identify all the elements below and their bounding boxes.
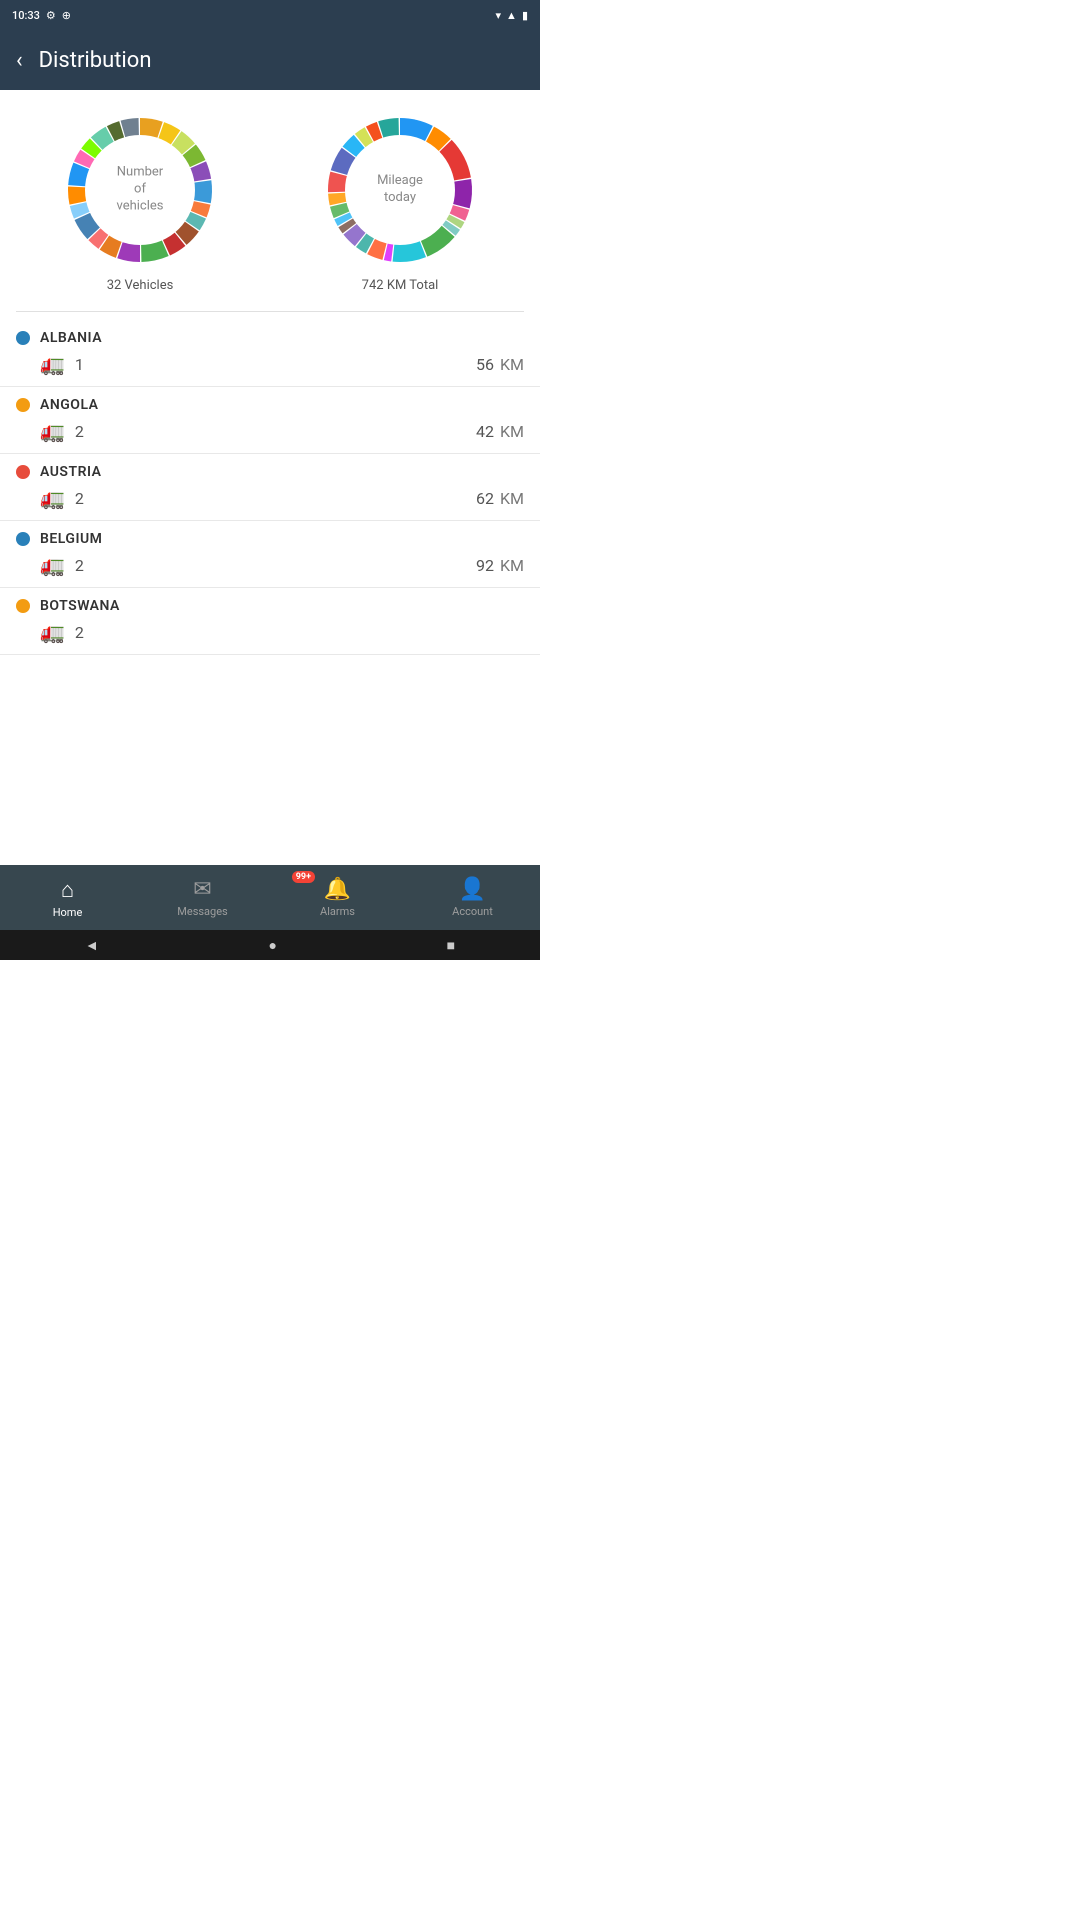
header: ‹ Distribution: [0, 30, 540, 90]
country-dot: [16, 532, 30, 546]
country-dot: [16, 465, 30, 479]
battery-icon: ▮: [522, 9, 528, 22]
list-item[interactable]: ALBANIA 🚛 1 56 KM: [0, 320, 540, 387]
vehicle-count: 2: [75, 556, 84, 575]
truck-icon: 🚛: [40, 419, 65, 443]
android-nav: ◄ ● ■: [0, 930, 540, 960]
list-item[interactable]: BOTSWANA 🚛 2: [0, 588, 540, 655]
account-label: Account: [452, 905, 493, 918]
mileage-center-text: Mileage today: [377, 173, 423, 207]
country-name: BOTSWANA: [40, 598, 120, 614]
bottom-nav: ⌂ Home ✉ Messages 🔔 99+ Alarms 👤 Account: [0, 865, 540, 930]
mileage-info: 56 KM: [476, 355, 524, 374]
country-name: BELGIUM: [40, 531, 102, 547]
vehicle-count: 2: [75, 623, 84, 642]
signal-icon: ▲: [506, 9, 517, 22]
mileage-info: 62 KM: [476, 489, 524, 508]
country-name: ALBANIA: [40, 330, 102, 346]
home-label: Home: [53, 906, 83, 919]
mileage-donut: Mileage today: [320, 110, 480, 270]
nav-account[interactable]: 👤 Account: [405, 865, 540, 930]
alarms-label: Alarms: [320, 905, 355, 918]
truck-icon: 🚛: [40, 486, 65, 510]
android-home[interactable]: ●: [268, 937, 276, 954]
list-item[interactable]: AUSTRIA 🚛 2 62 KM: [0, 454, 540, 521]
status-bar: 10:33 ⚙ ⊕ ▾ ▲ ▮: [0, 0, 540, 30]
time-display: 10:33: [12, 9, 40, 22]
main-content: Number of vehicles 32 Vehicles Mileage t…: [0, 90, 540, 865]
vehicles-chart: Number of vehicles 32 Vehicles: [60, 110, 220, 293]
home-icon: ⌂: [61, 877, 74, 903]
truck-icon: 🚛: [40, 620, 65, 644]
nav-home[interactable]: ⌂ Home: [0, 865, 135, 930]
mileage-chart: Mileage today 742 KM Total: [320, 110, 480, 293]
at-icon: ⊕: [62, 9, 71, 22]
nav-messages[interactable]: ✉ Messages: [135, 865, 270, 930]
android-recent[interactable]: ■: [447, 937, 455, 954]
settings-icon: ⚙: [46, 9, 56, 22]
country-list: ALBANIA 🚛 1 56 KM ANGOLA 🚛 2: [0, 320, 540, 865]
messages-label: Messages: [177, 905, 227, 918]
vehicles-label: 32 Vehicles: [107, 278, 174, 293]
country-dot: [16, 331, 30, 345]
wifi-icon: ▾: [496, 9, 502, 22]
vehicles-donut: Number of vehicles: [60, 110, 220, 270]
page-title: Distribution: [39, 48, 152, 73]
list-item[interactable]: BELGIUM 🚛 2 92 KM: [0, 521, 540, 588]
nav-alarms[interactable]: 🔔 99+ Alarms: [270, 865, 405, 930]
alarms-icon: 🔔: [324, 877, 351, 902]
truck-icon: 🚛: [40, 352, 65, 376]
truck-icon: 🚛: [40, 553, 65, 577]
vehicle-count: 2: [75, 489, 84, 508]
country-name: AUSTRIA: [40, 464, 101, 480]
alarms-badge: 99+: [292, 871, 315, 883]
country-dot: [16, 398, 30, 412]
vehicle-count: 2: [75, 422, 84, 441]
status-right: ▾ ▲ ▮: [496, 9, 528, 22]
android-back[interactable]: ◄: [85, 937, 99, 954]
mileage-info: 92 KM: [476, 556, 524, 575]
vehicles-center-text: Number of vehicles: [117, 165, 164, 216]
mileage-label: 742 KM Total: [362, 278, 439, 293]
status-left: 10:33 ⚙ ⊕: [12, 9, 71, 22]
vehicle-count: 1: [75, 355, 84, 374]
messages-icon: ✉: [193, 877, 211, 902]
mileage-info: 42 KM: [476, 422, 524, 441]
back-button[interactable]: ‹: [16, 48, 23, 73]
country-name: ANGOLA: [40, 397, 99, 413]
account-icon: 👤: [459, 877, 486, 902]
country-dot: [16, 599, 30, 613]
section-divider: [16, 311, 524, 312]
list-item[interactable]: ANGOLA 🚛 2 42 KM: [0, 387, 540, 454]
charts-section: Number of vehicles 32 Vehicles Mileage t…: [0, 90, 540, 303]
